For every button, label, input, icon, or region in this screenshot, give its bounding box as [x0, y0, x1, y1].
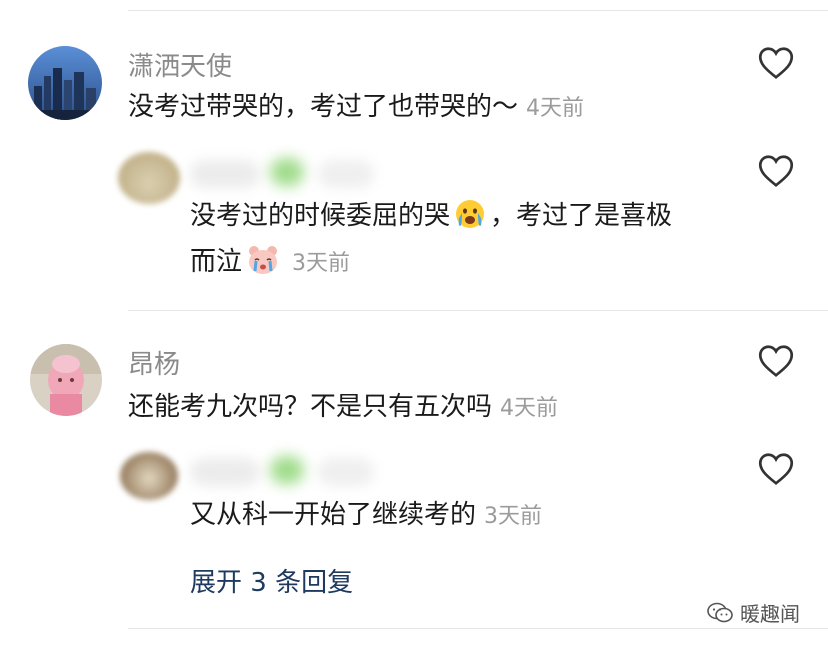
reply-text-line2: 而泣 3天前: [190, 244, 350, 281]
wechat-icon: [707, 602, 733, 622]
reply-time: 3天前: [292, 251, 351, 276]
reply-time: 3天前: [484, 504, 543, 529]
teary-bear-icon: [249, 246, 278, 274]
watermark-label: 暖趣闻: [740, 602, 800, 626]
watermark: 暖趣闻: [706, 598, 800, 627]
comment-text: 没考过带哭的，考过了也带哭的～ 4天前: [128, 90, 584, 126]
comment-body: 没考过带哭的，考过了也带哭的～: [128, 92, 519, 122]
reply-body: 没考过的时候委屈的哭: [190, 201, 451, 231]
reply-body-cont: ，考过了是喜极: [490, 201, 673, 231]
reply-badge-blurred: [270, 456, 304, 484]
reply-badge-blurred: [270, 158, 304, 186]
reply-text-line1: 又从科一开始了继续考的 3天前: [190, 498, 542, 534]
reply-meta-blurred: [318, 160, 374, 188]
reply-avatar[interactable]: [120, 452, 178, 500]
comment-divider: [128, 310, 828, 311]
like-heart-icon[interactable]: [758, 154, 794, 188]
expand-replies-link[interactable]: 展开 3 条回复: [190, 562, 353, 599]
comment-time: 4天前: [500, 396, 559, 421]
top-divider: [128, 10, 828, 11]
like-heart-icon[interactable]: [758, 46, 794, 80]
crying-face-icon: [456, 200, 485, 228]
comment-body: 还能考九次吗？不是只有五次吗: [128, 392, 493, 422]
reply-body-line2: 而泣: [190, 247, 243, 277]
like-heart-icon[interactable]: [758, 452, 794, 486]
avatar[interactable]: [30, 344, 102, 416]
like-heart-icon[interactable]: [758, 344, 794, 378]
reply-username-blurred: [190, 160, 260, 188]
reply-body: 又从科一开始了继续考的: [190, 500, 477, 530]
avatar[interactable]: [28, 46, 102, 120]
comment-username[interactable]: 潇洒天使: [128, 46, 232, 83]
comment-text: 还能考九次吗？不是只有五次吗 4天前: [128, 390, 558, 426]
reply-avatar[interactable]: [118, 152, 180, 204]
reply-meta-blurred: [318, 458, 374, 486]
reply-text-line1: 没考过的时候委屈的哭 ，考过了是喜极: [190, 198, 672, 233]
comment-username[interactable]: 昂杨: [128, 344, 180, 381]
comment-time: 4天前: [526, 96, 585, 121]
reply-username-blurred: [190, 458, 260, 486]
bottom-divider: [128, 628, 828, 629]
